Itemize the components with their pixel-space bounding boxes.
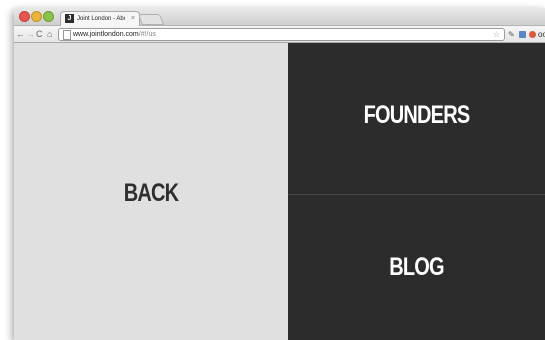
home-icon[interactable]: ⌂: [47, 28, 52, 40]
tab-about-us[interactable]: J Joint London - About Us ×: [60, 11, 140, 26]
url-text: www.jointlondon.com/#!/us: [73, 29, 156, 40]
page-icon: [63, 30, 71, 40]
back-arrow-icon[interactable]: ←: [16, 28, 25, 40]
url-path: /#!/us: [138, 31, 156, 38]
new-tab-button[interactable]: [137, 14, 165, 25]
tab-title: Joint London - About Us: [77, 16, 125, 22]
zoom-window-button[interactable]: [43, 11, 54, 22]
bookmark-star-icon[interactable]: ☆: [493, 29, 500, 40]
back-link[interactable]: BACK: [41, 179, 260, 208]
browser-toolbar: ← → C ⌂ www.jointlondon.com/#!/us ☆ ✎ oo: [14, 26, 545, 43]
wrench-icon[interactable]: ✎: [508, 29, 515, 40]
blog-panel[interactable]: BLOG: [288, 195, 545, 340]
address-bar[interactable]: www.jointlondon.com/#!/us ☆: [58, 28, 505, 41]
forward-arrow-icon[interactable]: →: [26, 28, 35, 40]
minimize-window-button[interactable]: [31, 11, 42, 22]
glasses-icon[interactable]: oo: [538, 29, 545, 40]
founders-panel[interactable]: FOUNDERS: [288, 43, 545, 194]
founders-link[interactable]: FOUNDERS: [314, 101, 520, 130]
extension-square-icon[interactable]: [519, 31, 526, 38]
back-panel[interactable]: BACK: [14, 43, 288, 340]
blog-link[interactable]: BLOG: [314, 253, 520, 282]
url-host: www.jointlondon.com: [73, 31, 139, 38]
site-favicon-icon: J: [65, 14, 74, 23]
browser-window: J Joint London - About Us × ← → C ⌂ www.…: [14, 8, 545, 340]
tab-strip: J Joint London - About Us ×: [14, 8, 545, 26]
close-window-button[interactable]: [19, 11, 30, 22]
reload-icon[interactable]: C: [36, 28, 43, 40]
page-content: BACK FOUNDERS BLOG: [14, 43, 545, 340]
extension-circle-icon[interactable]: [529, 31, 536, 38]
tab-close-icon[interactable]: ×: [131, 14, 135, 24]
